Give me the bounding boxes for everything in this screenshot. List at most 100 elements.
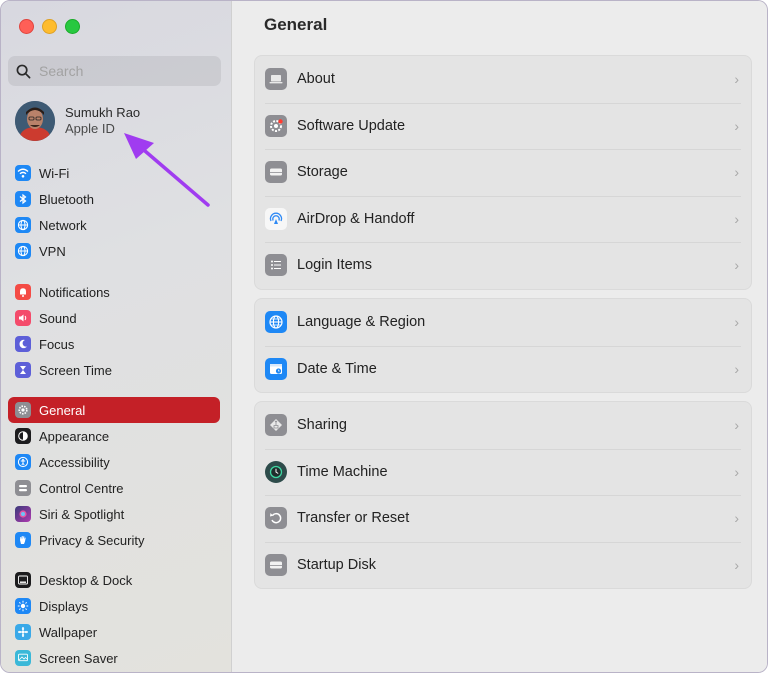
settings-row-airdrop-handoff[interactable]: AirDrop & Handoff › xyxy=(255,195,751,243)
sidebar-item-focus[interactable]: Focus xyxy=(8,331,220,357)
settings-row-language-region[interactable]: Language & Region › xyxy=(255,299,751,346)
globe-icon xyxy=(265,311,287,334)
sidebar-item-desktop-dock[interactable]: Desktop & Dock xyxy=(8,567,220,593)
close-window-button[interactable] xyxy=(19,19,34,34)
settings-row-about[interactable]: About › xyxy=(255,56,751,103)
sidebar-item-label: Screen Saver xyxy=(39,650,118,666)
sidebar-item-label: Appearance xyxy=(39,428,110,444)
sidebar-group-notifications: Notifications Sound Focus Screen Time xyxy=(8,279,220,383)
sidebar-item-notifications[interactable]: Notifications xyxy=(8,279,220,305)
screensaver-icon xyxy=(15,650,31,666)
sidebar: Sumukh Rao Apple ID Wi-Fi Bluetooth xyxy=(1,1,232,672)
settings-row-label: AirDrop & Handoff xyxy=(297,210,415,227)
drive-icon xyxy=(265,161,287,184)
sun-icon xyxy=(15,598,31,614)
gear-badge-icon xyxy=(265,114,287,137)
settings-row-login-items[interactable]: Login Items › xyxy=(255,242,751,289)
sidebar-item-label: Notifications xyxy=(39,284,110,300)
settings-group-system-info: About › Software Update › Storage › AirD… xyxy=(254,55,752,290)
chevron-right-icon: › xyxy=(734,164,739,181)
sidebar-item-network[interactable]: Network xyxy=(8,212,220,238)
time-machine-icon xyxy=(265,460,287,483)
avatar xyxy=(15,101,55,141)
sidebar-item-label: Wallpaper xyxy=(39,624,98,640)
gear-icon xyxy=(15,402,31,418)
search-input[interactable] xyxy=(37,62,211,80)
sidebar-item-displays[interactable]: Displays xyxy=(8,593,220,619)
hourglass-icon xyxy=(15,362,31,378)
settings-row-sharing[interactable]: Sharing › xyxy=(255,402,751,449)
appearance-icon xyxy=(15,428,31,444)
vpn-globe-icon xyxy=(15,243,31,259)
sidebar-item-control-centre[interactable]: Control Centre xyxy=(8,475,220,501)
settings-row-label: Sharing xyxy=(297,417,347,434)
moon-icon xyxy=(15,336,31,352)
settings-row-storage[interactable]: Storage › xyxy=(255,149,751,196)
chevron-right-icon: › xyxy=(734,510,739,527)
sidebar-item-general[interactable]: General xyxy=(8,397,220,423)
sidebar-item-wifi[interactable]: Wi-Fi xyxy=(8,160,220,186)
main-panel: General About › Software Update › Storag… xyxy=(232,1,767,672)
settings-row-label: Software Update xyxy=(297,117,406,134)
sidebar-group-system: General Appearance Accessibility Control… xyxy=(8,397,220,553)
settings-row-label: Login Items xyxy=(297,257,372,274)
settings-row-startup-disk[interactable]: Startup Disk › xyxy=(255,541,751,589)
sharing-icon xyxy=(265,414,287,437)
chevron-right-icon: › xyxy=(734,556,739,573)
reset-icon xyxy=(265,507,287,530)
settings-row-transfer-reset[interactable]: Transfer or Reset › xyxy=(255,495,751,542)
sidebar-item-label: Displays xyxy=(39,598,89,614)
list-icon xyxy=(265,254,287,277)
sidebar-item-bluetooth[interactable]: Bluetooth xyxy=(8,186,220,212)
siri-icon xyxy=(15,506,31,522)
settings-row-label: Language & Region xyxy=(297,314,426,331)
window-controls xyxy=(19,19,80,34)
sidebar-item-vpn[interactable]: VPN xyxy=(8,238,220,264)
page-title: General xyxy=(264,15,328,34)
sidebar-item-wallpaper[interactable]: Wallpaper xyxy=(8,619,220,645)
sidebar-item-label: Desktop & Dock xyxy=(39,572,133,588)
sidebar-item-label: Screen Time xyxy=(39,362,112,378)
chevron-right-icon: › xyxy=(734,314,739,331)
sidebar-item-screen-time[interactable]: Screen Time xyxy=(8,357,220,383)
zoom-window-button[interactable] xyxy=(65,19,80,34)
system-settings-window: Sumukh Rao Apple ID Wi-Fi Bluetooth xyxy=(0,0,768,673)
sidebar-item-privacy-security[interactable]: Privacy & Security xyxy=(8,527,220,553)
chevron-right-icon: › xyxy=(734,117,739,134)
sidebar-item-label: Network xyxy=(39,217,87,233)
sidebar-item-label: Wi-Fi xyxy=(39,165,70,181)
calendar-clock-icon xyxy=(265,357,287,380)
dock-icon xyxy=(15,572,31,588)
settings-row-label: Date & Time xyxy=(297,360,377,377)
accessibility-icon xyxy=(15,454,31,470)
settings-row-label: Startup Disk xyxy=(297,556,376,573)
search-field[interactable] xyxy=(8,56,221,86)
settings-row-label: Time Machine xyxy=(297,463,388,480)
sidebar-item-accessibility[interactable]: Accessibility xyxy=(8,449,220,475)
speaker-icon xyxy=(15,310,31,326)
sidebar-item-label: Accessibility xyxy=(39,454,110,470)
sidebar-item-appearance[interactable]: Appearance xyxy=(8,423,220,449)
bell-icon xyxy=(15,284,31,300)
laptop-icon xyxy=(265,68,287,91)
settings-row-label: About xyxy=(297,71,335,88)
settings-row-software-update[interactable]: Software Update › xyxy=(255,102,751,150)
chevron-right-icon: › xyxy=(734,71,739,88)
sidebar-item-screen-saver[interactable]: Screen Saver xyxy=(8,645,220,671)
chevron-right-icon: › xyxy=(734,360,739,377)
sidebar-item-label: Sound xyxy=(39,310,77,326)
sidebar-item-label: General xyxy=(39,402,86,418)
settings-row-label: Transfer or Reset xyxy=(297,510,410,527)
chevron-right-icon: › xyxy=(734,417,739,434)
settings-row-date-time[interactable]: Date & Time › xyxy=(255,345,751,393)
settings-group-sharing-backup: Sharing › Time Machine › Transfer or Res… xyxy=(254,401,752,589)
sidebar-item-sound[interactable]: Sound xyxy=(8,305,220,331)
sidebar-item-siri-spotlight[interactable]: Siri & Spotlight xyxy=(8,501,220,527)
minimize-window-button[interactable] xyxy=(42,19,57,34)
sidebar-item-label: Siri & Spotlight xyxy=(39,506,125,522)
settings-row-time-machine[interactable]: Time Machine › xyxy=(255,448,751,496)
search-icon xyxy=(16,64,31,78)
settings-row-label: Storage xyxy=(297,164,348,181)
chevron-right-icon: › xyxy=(734,463,739,480)
control-centre-icon xyxy=(15,480,31,496)
